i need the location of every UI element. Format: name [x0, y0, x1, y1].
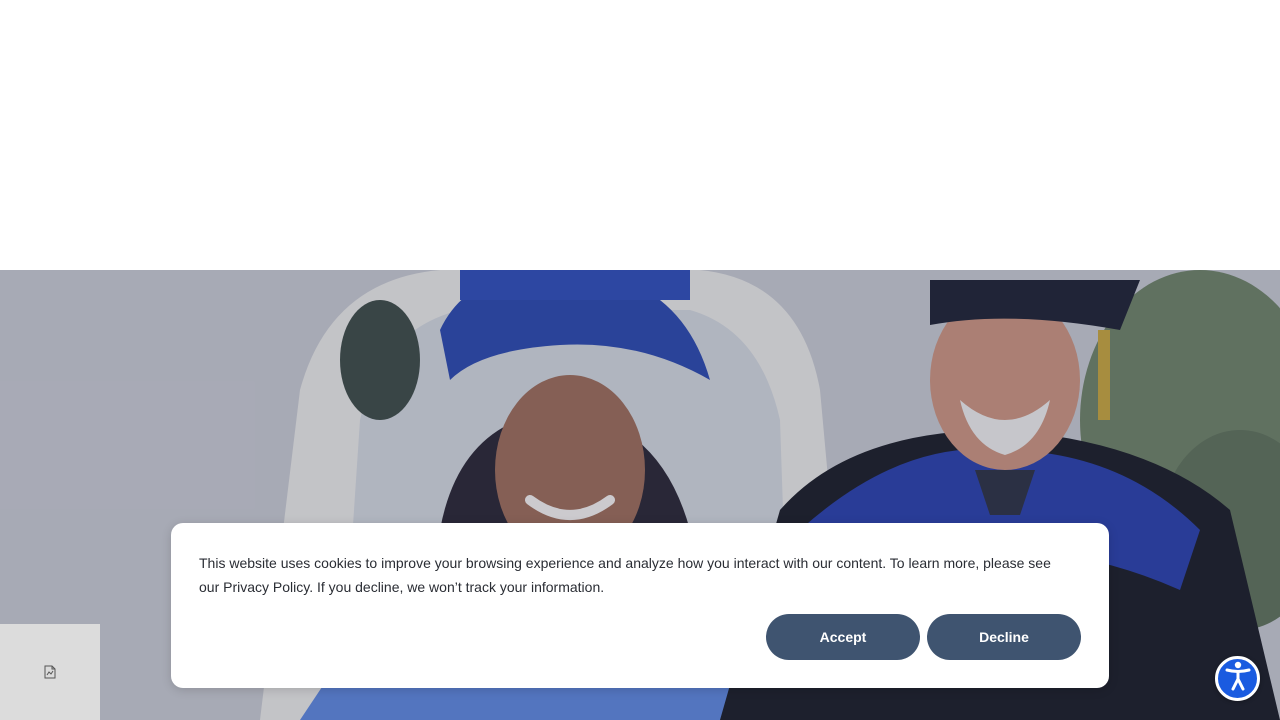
document-icon[interactable]	[44, 665, 56, 679]
page: This website uses cookies to improve you…	[0, 0, 1280, 720]
side-widget[interactable]	[0, 624, 100, 720]
header-area	[0, 0, 1280, 270]
cookie-banner: This website uses cookies to improve you…	[171, 523, 1109, 688]
accept-button[interactable]: Accept	[766, 614, 920, 660]
accessibility-button[interactable]	[1215, 656, 1260, 701]
cookie-message: This website uses cookies to improve you…	[199, 555, 1051, 595]
decline-button[interactable]: Decline	[927, 614, 1081, 660]
accessibility-icon[interactable]	[1225, 661, 1251, 696]
